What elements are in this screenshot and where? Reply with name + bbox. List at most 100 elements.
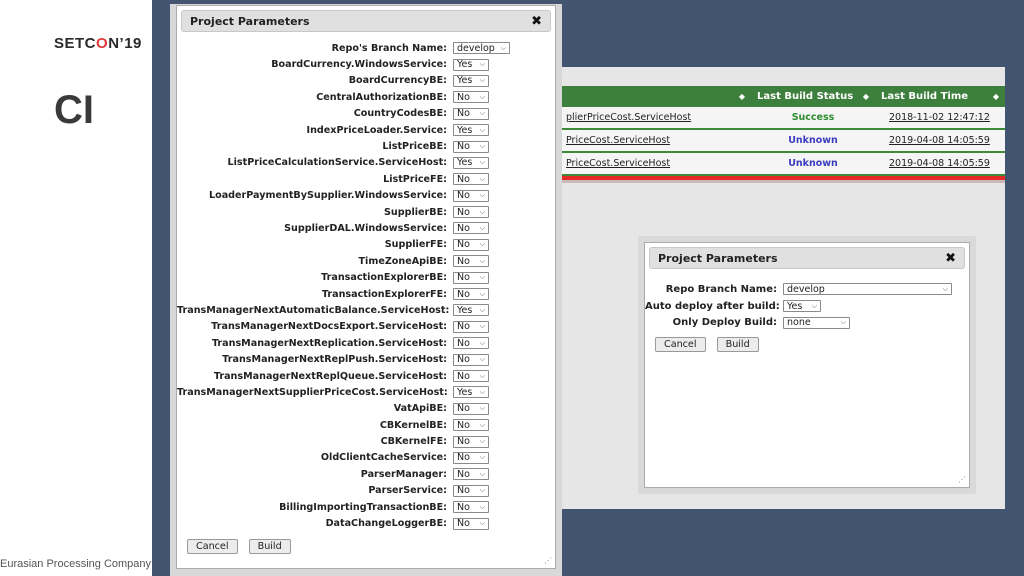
- parameter-select[interactable]: No ⌵: [453, 271, 489, 284]
- table-row[interactable]: PriceCost.ServiceHost Unknown 2019-04-08 1…: [562, 153, 1005, 176]
- parameter-select[interactable]: No ⌵: [453, 107, 489, 120]
- parameter-select[interactable]: No ⌵: [453, 353, 489, 366]
- resize-handle-icon[interactable]: ⋰: [544, 557, 552, 565]
- chevron-down-icon: ⌵: [479, 355, 485, 364]
- parameter-label: TransManagerNextDocsExport.ServiceHost:: [211, 321, 447, 333]
- parameter-select[interactable]: develop ⌵: [453, 42, 510, 55]
- table-body: plierPriceCost.ServiceHost Success 2018-11…: [562, 107, 1005, 176]
- parameter-select[interactable]: No ⌵: [453, 517, 489, 530]
- parameter-row: IndexPriceLoader.Service: Yes ⌵: [177, 122, 555, 138]
- parameter-label: TransactionExplorerBE:: [321, 272, 447, 284]
- chevron-down-icon: ⌵: [840, 318, 846, 327]
- select-value: No: [457, 337, 470, 349]
- parameter-select[interactable]: No ⌵: [453, 501, 489, 514]
- chevron-down-icon: ⌵: [479, 486, 485, 495]
- close-icon[interactable]: ✖: [531, 14, 542, 29]
- parameter-label: SupplierBE:: [384, 206, 447, 218]
- select-value: Yes: [457, 304, 473, 316]
- parameter-select[interactable]: Yes ⌵: [453, 386, 489, 399]
- parameter-select[interactable]: Yes ⌵: [453, 74, 489, 87]
- parameter-select[interactable]: No ⌵: [453, 206, 489, 219]
- header-project[interactable]: ◆: [562, 92, 751, 101]
- chevron-down-icon: ⌵: [479, 142, 485, 151]
- build-time-link[interactable]: 2018-11-02 12:47:12: [875, 112, 1005, 123]
- chevron-down-icon: ⌵: [811, 301, 817, 310]
- sort-arrows-icon[interactable]: ◆: [993, 92, 999, 101]
- parameter-select[interactable]: No ⌵: [453, 370, 489, 382]
- project-parameters-dialog-small: Project Parameters ✖ Repo Branch Name: de…: [644, 242, 970, 488]
- header-last-build-time[interactable]: Last Build Time ◆: [875, 91, 1005, 102]
- build-time-link[interactable]: 2019-04-08 14:05:59: [875, 158, 1005, 169]
- project-name-link[interactable]: PriceCost.ServiceHost: [562, 158, 751, 169]
- parameter-select[interactable]: No ⌵: [453, 451, 489, 464]
- project-name-link[interactable]: PriceCost.ServiceHost: [562, 135, 751, 146]
- parameter-select[interactable]: No ⌵: [453, 468, 489, 481]
- header-last-build-status[interactable]: Last Build Status ◆: [751, 91, 875, 102]
- parameter-label: BillingImportingTransactionBE:: [279, 501, 447, 513]
- chevron-down-icon: ⌵: [479, 256, 485, 265]
- chevron-down-icon: ⌵: [479, 223, 485, 232]
- parameter-row: CBKernelFE: No ⌵: [177, 433, 555, 449]
- cancel-button[interactable]: Cancel: [655, 337, 706, 352]
- parameter-select[interactable]: Yes ⌵: [453, 58, 489, 71]
- parameter-select[interactable]: No ⌵: [453, 255, 489, 268]
- parameter-select[interactable]: No ⌵: [453, 288, 489, 301]
- parameter-row: CountryCodesBE: No ⌵: [177, 106, 555, 122]
- project-name-link[interactable]: plierPriceCost.ServiceHost: [562, 112, 751, 123]
- parameter-select[interactable]: develop ⌵: [783, 283, 952, 296]
- chevron-down-icon: ⌵: [500, 43, 506, 52]
- cancel-button[interactable]: Cancel: [187, 539, 238, 554]
- sort-arrows-icon[interactable]: ◆: [739, 92, 745, 101]
- parameter-label: CBKernelBE:: [379, 419, 447, 431]
- parameter-select[interactable]: Yes ⌵: [453, 156, 489, 169]
- build-time-link[interactable]: 2019-04-08 14:05:59: [875, 135, 1005, 146]
- parameter-label: CentralAuthorizationBE:: [316, 91, 447, 103]
- table-row[interactable]: PriceCost.ServiceHost Unknown 2019-04-08 1…: [562, 130, 1005, 153]
- parameter-select[interactable]: No ⌵: [453, 222, 489, 235]
- parameter-select[interactable]: Yes ⌵: [453, 304, 489, 317]
- parameter-row: OldClientCacheService: No ⌵: [177, 450, 555, 466]
- parameter-select[interactable]: No ⌵: [453, 320, 489, 333]
- select-value: No: [457, 518, 470, 530]
- parameter-row: Only Deploy Build: none ⌵: [645, 314, 969, 331]
- resize-handle-icon[interactable]: ⋰: [958, 476, 966, 484]
- close-icon[interactable]: ✖: [945, 251, 956, 266]
- dialog-buttons: Cancel Build: [655, 332, 765, 352]
- parameter-row: CentralAuthorizationBE: No ⌵: [177, 89, 555, 105]
- dialog-titlebar[interactable]: Project Parameters ✖: [181, 10, 551, 32]
- parameter-select[interactable]: No ⌵: [453, 238, 489, 251]
- parameter-select[interactable]: No ⌵: [453, 402, 489, 415]
- parameter-select[interactable]: none ⌵: [783, 316, 850, 329]
- parameter-select[interactable]: No ⌵: [453, 337, 489, 350]
- parameter-select[interactable]: No ⌵: [453, 189, 489, 202]
- build-button[interactable]: Build: [716, 337, 759, 352]
- parameter-row: Auto deploy after build: Yes ⌵: [645, 298, 969, 315]
- parameter-row: DataChangeLoggerBE: No ⌵: [177, 515, 555, 531]
- table-row[interactable]: plierPriceCost.ServiceHost Success 2018-11…: [562, 107, 1005, 130]
- chevron-down-icon: ⌵: [479, 240, 485, 249]
- slide-title: CI: [54, 88, 94, 132]
- parameter-row: ListPriceCalculationService.ServiceHost:…: [177, 155, 555, 171]
- chevron-down-icon: ⌵: [479, 519, 485, 528]
- parameter-select[interactable]: No ⌵: [453, 484, 489, 497]
- chevron-down-icon: ⌵: [479, 76, 485, 85]
- parameter-select[interactable]: Yes ⌵: [783, 300, 821, 313]
- parameter-select[interactable]: No ⌵: [453, 435, 489, 448]
- parameter-select[interactable]: Yes ⌵: [453, 124, 489, 137]
- chevron-down-icon: ⌵: [479, 273, 485, 282]
- parameter-select[interactable]: No ⌵: [453, 173, 489, 186]
- dialog-titlebar[interactable]: Project Parameters ✖: [649, 247, 965, 269]
- sort-arrows-icon[interactable]: ◆: [863, 92, 869, 101]
- parameter-row: TransManagerNextDocsExport.ServiceHost: N…: [177, 319, 555, 335]
- chevron-down-icon: ⌵: [479, 207, 485, 216]
- parameter-select[interactable]: No ⌵: [453, 140, 489, 153]
- parameter-select[interactable]: No ⌵: [453, 91, 489, 104]
- build-button[interactable]: Build: [248, 539, 291, 554]
- select-value: No: [457, 91, 470, 103]
- chevron-down-icon: ⌵: [479, 191, 485, 200]
- parameter-label: TransManagerNextSupplierPriceCost.Servic…: [177, 386, 448, 398]
- select-value: No: [457, 501, 470, 513]
- select-value: No: [457, 288, 470, 300]
- select-value: No: [457, 403, 470, 415]
- parameter-select[interactable]: No ⌵: [453, 419, 489, 432]
